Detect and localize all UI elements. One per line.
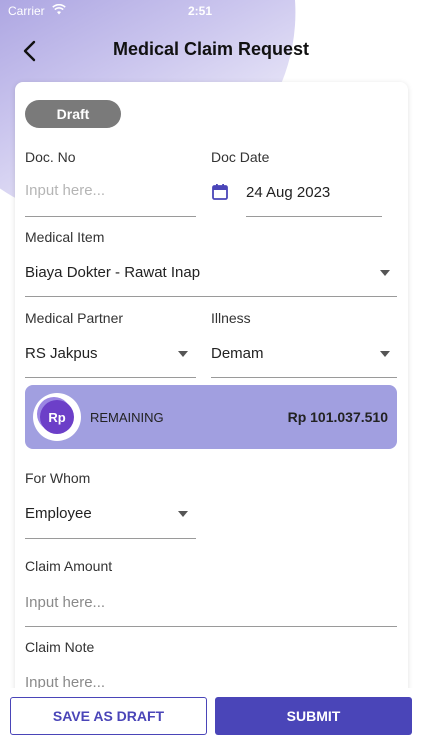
for-whom-underline [25,538,196,539]
doc-date-underline [246,216,382,217]
carrier-label: Carrier [8,4,45,18]
medical-item-label: Medical Item [25,229,105,245]
doc-no-input[interactable]: Input here... [25,182,105,199]
medical-partner-select[interactable]: RS Jakpus [25,345,98,362]
page-title: Medical Claim Request [112,39,310,59]
remaining-balance-panel: Rp REMAINING Rp 101.037.510 [25,385,397,449]
illness-underline [211,377,397,378]
for-whom-label: For Whom [25,470,91,486]
save-as-draft-button[interactable]: SAVE AS DRAFT [10,697,207,735]
doc-no-underline [25,216,196,217]
rupiah-icon-text: Rp [40,400,74,434]
remaining-label: REMAINING [90,410,164,425]
claim-amount-underline [25,626,397,627]
claim-note-label: Claim Note [25,639,95,655]
claim-form-card: Draft Doc. No Input here... Doc Date 24 … [15,82,408,702]
clock-time: 2:51 [188,4,213,18]
chevron-down-icon[interactable] [380,351,390,357]
app-header: Medical Claim Request [0,30,422,70]
illness-select[interactable]: Demam [211,345,264,362]
chevron-down-icon[interactable] [380,270,390,276]
claim-amount-input[interactable]: Input here... [25,594,105,611]
bottom-action-bar: SAVE AS DRAFT SUBMIT [0,688,422,750]
status-badge: Draft [25,100,121,128]
chevron-down-icon[interactable] [178,351,188,357]
remaining-amount: Rp 101.037.510 [287,409,388,425]
medical-item-underline [25,296,397,297]
calendar-icon[interactable] [211,183,229,201]
medical-item-select[interactable]: Biaya Dokter - Rawat Inap [25,264,200,281]
chevron-down-icon[interactable] [178,511,188,517]
submit-button[interactable]: SUBMIT [215,697,412,735]
status-bar: Carrier 2:51 [0,0,422,22]
wifi-icon [52,4,66,15]
for-whom-select[interactable]: Employee [25,505,92,522]
doc-date-value[interactable]: 24 Aug 2023 [246,184,330,201]
illness-label: Illness [211,310,251,326]
medical-partner-underline [25,377,196,378]
doc-date-label: Doc Date [211,149,270,165]
claim-amount-label: Claim Amount [25,558,113,574]
rupiah-icon: Rp [33,393,81,441]
medical-partner-label: Medical Partner [25,310,124,326]
doc-no-label: Doc. No [25,149,76,165]
